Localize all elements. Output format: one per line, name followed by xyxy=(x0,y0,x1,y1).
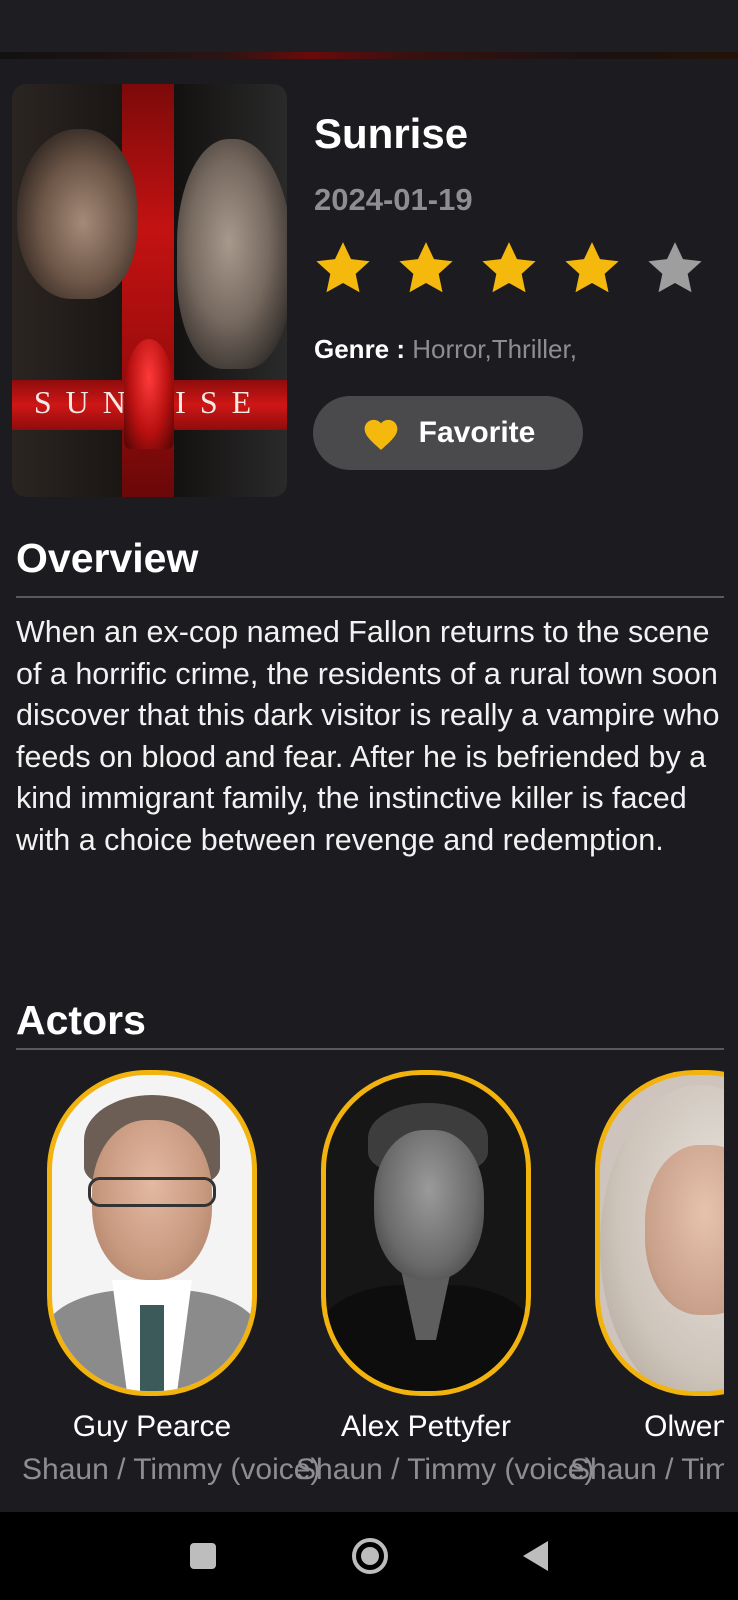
overview-heading: Overview xyxy=(16,535,199,581)
poster-actor-right xyxy=(177,139,287,369)
star-icon xyxy=(316,242,370,293)
genre: Genre : Horror,Thriller, xyxy=(314,334,577,365)
actor-card[interactable]: Guy Pearce Shaun / Timmy (voice) xyxy=(22,1070,321,1490)
release-date: 2024-01-19 xyxy=(314,182,473,217)
star-icon xyxy=(399,242,453,293)
actor-card[interactable]: Olwen F Shaun / Timmy (voice) xyxy=(570,1070,724,1490)
actor-role: Shaun / Timmy (voice) xyxy=(570,1453,724,1486)
home-icon[interactable] xyxy=(351,1537,389,1575)
actor-role: Shaun / Timmy (voice) xyxy=(296,1453,595,1486)
poster-figure xyxy=(124,339,174,449)
back-icon[interactable] xyxy=(520,1539,550,1573)
poster-actor-left xyxy=(17,129,137,299)
star-empty-icon xyxy=(648,242,702,293)
actor-photo xyxy=(47,1070,257,1396)
top-bar xyxy=(0,0,738,52)
recents-icon[interactable] xyxy=(190,1543,216,1569)
backdrop-strip xyxy=(0,52,738,59)
star-icon xyxy=(565,242,619,293)
actor-name: Olwen F xyxy=(644,1410,724,1443)
rating-stars xyxy=(312,238,706,300)
movie-poster: SUNRISE xyxy=(12,84,287,497)
actor-name: Guy Pearce xyxy=(72,1410,232,1443)
actor-card[interactable]: Alex Pettyfer Shaun / Timmy (voice) xyxy=(296,1070,595,1490)
actor-photo xyxy=(595,1070,724,1396)
genre-label: Genre : xyxy=(314,334,413,364)
movie-title: Sunrise xyxy=(314,110,469,157)
actor-role: Shaun / Timmy (voice) xyxy=(22,1453,321,1486)
overview-divider xyxy=(16,596,724,598)
overview-text: When an ex-cop named Fallon returns to t… xyxy=(16,615,720,857)
actors-divider xyxy=(16,1048,724,1050)
star-icon xyxy=(482,242,536,293)
actor-photo xyxy=(321,1070,531,1396)
genre-value: Horror,Thriller, xyxy=(412,334,577,364)
actors-carousel[interactable]: Guy Pearce Shaun / Timmy (voice) Alex Pe… xyxy=(0,1070,724,1510)
heart-icon xyxy=(364,419,398,450)
favorite-button[interactable]: Favorite xyxy=(313,396,583,470)
actor-name: Alex Pettyfer xyxy=(340,1410,512,1443)
actors-heading: Actors xyxy=(16,997,146,1043)
favorite-label: Favorite xyxy=(418,416,536,449)
